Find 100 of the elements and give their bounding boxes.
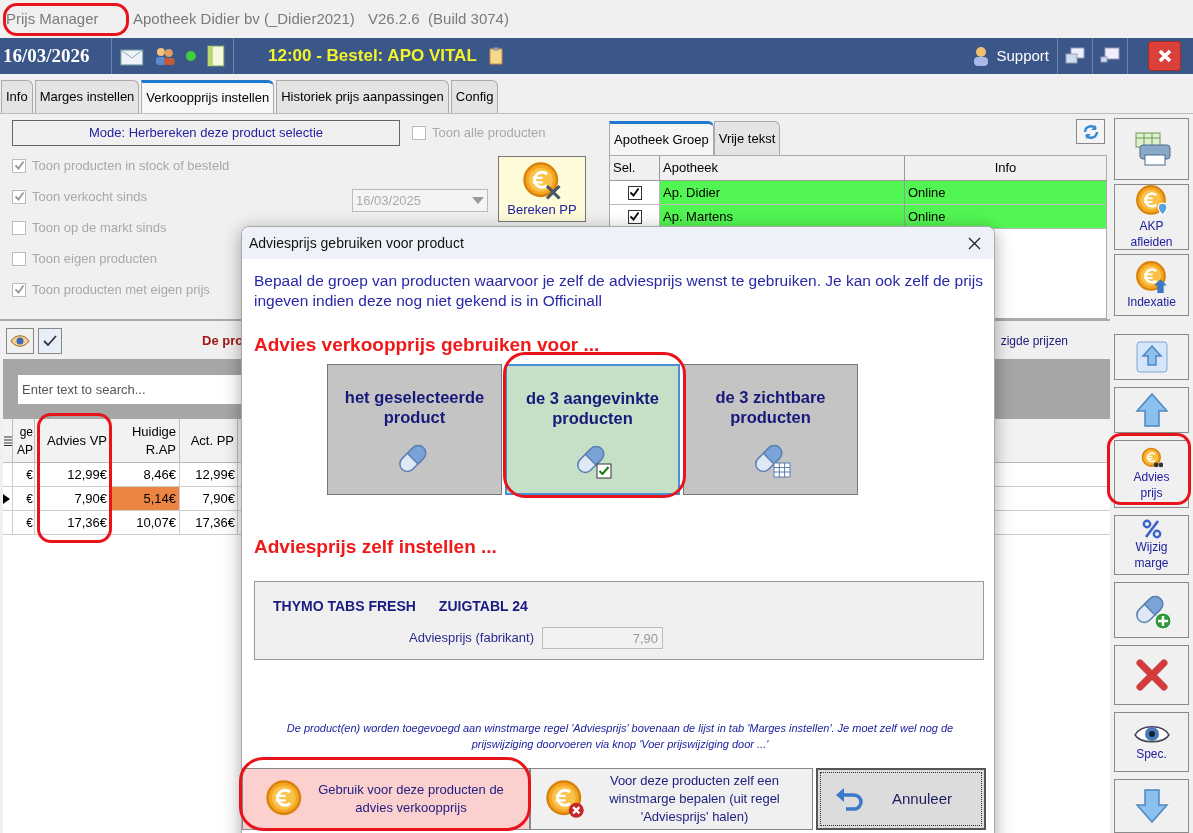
- caret-icon: [472, 197, 484, 204]
- toolbar-button[interactable]: [1114, 779, 1189, 833]
- checkbox[interactable]: [12, 220, 26, 235]
- checkbox[interactable]: [12, 251, 26, 266]
- mode-button[interactable]: Mode: Herbereken deze product selectie: [12, 120, 400, 146]
- table-cell: €: [13, 487, 35, 510]
- undo-icon: [834, 786, 866, 812]
- toolbar-button[interactable]: Indexatie: [1114, 254, 1189, 316]
- intro-text: Bepaal de groep van producten waarvoor je zelf de adviesprijs wenst te gebruiken. Je kan ook zelf de prijs ingeven indien deze nog niet gekend is in Officinall: [254, 271, 984, 311]
- column-header: Act. PP: [180, 419, 238, 462]
- column-header: Apotheek: [660, 156, 905, 180]
- checkbox[interactable]: [12, 189, 26, 204]
- toolbar-button[interactable]: [1114, 582, 1189, 638]
- table-cell: €: [13, 463, 35, 486]
- toolbar-button[interactable]: AKP afleiden: [1114, 184, 1189, 250]
- toolbar-button[interactable]: Advies prijs: [1114, 440, 1189, 508]
- people-icon: [153, 46, 176, 66]
- tab[interactable]: Config: [450, 80, 499, 113]
- checkbox-label: Toon producten in stock of besteld: [32, 156, 230, 175]
- arrow-top-icon: [1133, 339, 1170, 375]
- checkbox-label: Toon verkocht sinds: [32, 187, 147, 206]
- table-cell: 17,36€: [35, 511, 111, 534]
- envelope-icon: [120, 46, 144, 66]
- checkbox[interactable]: [412, 126, 426, 140]
- support-button[interactable]: Support: [972, 44, 1057, 68]
- coin-x-icon: [545, 779, 585, 819]
- table-cell: 10,07€: [111, 511, 180, 534]
- monitor-icon: [1100, 47, 1120, 65]
- checkbox[interactable]: [12, 158, 26, 173]
- column-header: Advies VP: [35, 419, 111, 462]
- tab[interactable]: Vrije tekst: [713, 121, 781, 155]
- list-info-text: zigde prijzen: [1000, 333, 1068, 350]
- column-header: ge AP: [13, 419, 35, 462]
- app-title: Prijs Manager: [6, 9, 99, 27]
- windows-icon: [1065, 47, 1085, 65]
- toolbar-button[interactable]: [1114, 645, 1189, 705]
- toolbar-button[interactable]: [1114, 387, 1189, 433]
- tab[interactable]: Apotheek Groep: [609, 121, 714, 155]
- toolbar-button[interactable]: Wijzig marge: [1114, 515, 1189, 575]
- section-heading: Advies verkoopprijs gebruiken voor ...: [254, 333, 601, 357]
- close-icon: [1156, 48, 1173, 64]
- status-dot-icon: [185, 50, 198, 62]
- table-cell: Online: [905, 181, 1106, 204]
- checkbox-label: Toon op de markt sinds: [32, 218, 167, 237]
- tab[interactable]: Info: [1, 80, 33, 113]
- arrow-up-icon: [1133, 392, 1170, 428]
- close-icon: [967, 236, 981, 250]
- date-text: 16/03/2026: [0, 38, 112, 74]
- column-header: Sel.: [610, 156, 660, 180]
- tab[interactable]: Marges instellen: [34, 80, 140, 113]
- table-cell: 17,36€: [180, 511, 238, 534]
- refresh-button[interactable]: [1076, 119, 1105, 144]
- version-text: V26.2.6 (Build 3074): [368, 8, 509, 29]
- own-margin-button[interactable]: Voor deze producten zelf een winstmarge bepalen (uit regel 'Adviesprijs' halen): [530, 768, 813, 830]
- table-cell: 7,90€: [180, 487, 238, 510]
- toolbar-button[interactable]: [1114, 118, 1189, 180]
- coin-binoculars-icon: [1140, 447, 1163, 469]
- cancel-button[interactable]: Annuleer: [816, 768, 986, 830]
- table-cell: €: [13, 511, 35, 534]
- product-pack: ZUIGTABL 24: [438, 597, 528, 616]
- order-text: 12:00 - Bestel: APO VITAL: [268, 45, 477, 68]
- percent-icon: [1141, 519, 1162, 539]
- coin-tools-icon: [522, 161, 562, 201]
- product-name: THYMO TABS FRESH: [273, 597, 416, 616]
- table-cell: 8,46€: [111, 463, 180, 486]
- check-button[interactable]: [38, 328, 62, 354]
- checkbox[interactable]: [12, 282, 26, 297]
- calculate-button[interactable]: Bereken PP: [498, 156, 586, 222]
- checkbox[interactable]: [627, 209, 642, 224]
- toolbar-button[interactable]: Spec.: [1114, 712, 1189, 772]
- eye-icon: [10, 334, 30, 348]
- tab[interactable]: Historiek prijs aanpassingen: [276, 80, 449, 113]
- field-label: Adviesprijs (fabrikant): [409, 629, 534, 648]
- checkbox-label: Toon eigen producten: [32, 249, 158, 268]
- accept-button[interactable]: Gebruik voor deze producten de advies verkoopprijs: [242, 768, 530, 830]
- option-button[interactable]: het geselecteerde product: [327, 363, 502, 495]
- view-button[interactable]: [6, 328, 34, 354]
- tab[interactable]: Verkoopprijs instellen: [141, 80, 275, 113]
- refresh-icon: [1081, 122, 1100, 141]
- arrow-down-icon: [1133, 788, 1170, 824]
- book-icon: [207, 45, 225, 67]
- toolbar-button[interactable]: [1114, 334, 1189, 380]
- delete-icon: [1134, 658, 1169, 692]
- table-cell: 7,90€: [35, 487, 111, 510]
- checkbox[interactable]: [627, 185, 642, 200]
- table-cell: 12,99€: [180, 463, 238, 486]
- close-button[interactable]: [1148, 41, 1181, 71]
- option-button[interactable]: de 3 aangevinkte producten: [505, 363, 680, 495]
- option-button[interactable]: de 3 zichtbare producten: [683, 363, 858, 495]
- check-icon: [43, 335, 57, 347]
- table-cell: 5,14€: [111, 487, 180, 510]
- support-person-icon: [972, 45, 991, 67]
- checkbox-label: Toon producten met eigen prijs: [32, 280, 210, 299]
- checkbox-label: Toon alle producten: [432, 124, 546, 143]
- table-cell: 12,99€: [35, 463, 111, 486]
- table-cell: Ap. Didier: [660, 181, 905, 204]
- dialog-title: Adviesprijs gebruiken voor product: [249, 233, 465, 253]
- column-header: Huidige R.AP: [111, 419, 180, 462]
- note-text: De product(en) worden toegevoegd aan winstmarge regel 'Adviesprijs' bovenaan de lijst in tab 'Marges instellen'. Je moet zelf wel nog de prijswijziging doorvoeren via knop 'Voer prijswijziging door ...': [285, 721, 955, 752]
- column-chooser-icon[interactable]: [3, 419, 13, 462]
